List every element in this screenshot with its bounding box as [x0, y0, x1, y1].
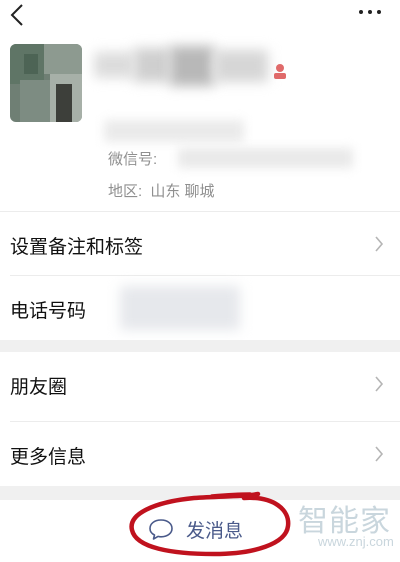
watermark: 智能家 www.znj.com — [296, 496, 396, 556]
chevron-right-icon — [375, 236, 384, 252]
avatar[interactable] — [10, 44, 82, 122]
remark-tags-row[interactable]: 设置备注和标签 — [0, 212, 400, 276]
more-button[interactable] — [358, 6, 384, 20]
wechat-id-line: 微信号: — [108, 148, 157, 169]
gender-icon — [274, 64, 286, 79]
region-line: 地区: 山东 聊城 — [108, 180, 215, 201]
remark-tags-label: 设置备注和标签 — [10, 237, 144, 258]
wechat-id-label: 微信号: — [108, 151, 158, 168]
section-gap — [0, 340, 400, 352]
alias-redacted — [104, 120, 244, 142]
wechat-id-redacted — [178, 148, 353, 168]
phone-label: 电话号码 — [10, 301, 87, 322]
top-bar — [0, 0, 400, 30]
chevron-right-icon — [375, 446, 384, 462]
watermark-url: www.znj.com — [318, 534, 394, 549]
nickname-redacted — [86, 44, 272, 88]
region-value: 山东 聊城 — [150, 183, 215, 200]
more-dots-icon — [359, 10, 363, 14]
more-info-row[interactable]: 更多信息 — [0, 422, 400, 486]
annotation-circle — [129, 491, 291, 557]
moments-row[interactable]: 朋友圈 — [0, 352, 400, 416]
moments-label: 朋友圈 — [10, 377, 68, 398]
more-info-label: 更多信息 — [10, 447, 87, 468]
profile-header: 微信号: 地区: 山东 聊城 — [0, 30, 400, 210]
back-button[interactable] — [8, 3, 28, 27]
region-label: 地区: — [108, 183, 143, 200]
chevron-left-icon — [10, 4, 23, 26]
chevron-right-icon — [375, 376, 384, 392]
phone-number-redacted — [120, 286, 240, 330]
